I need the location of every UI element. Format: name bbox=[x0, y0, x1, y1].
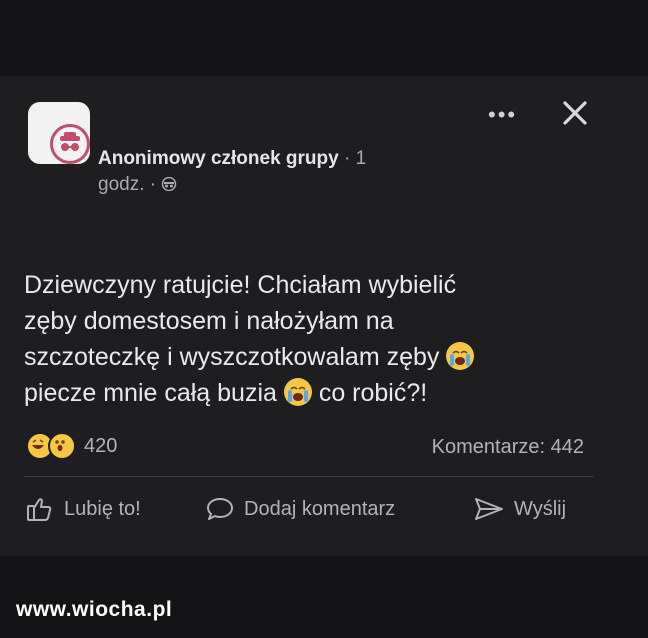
author-name[interactable]: Anonimowy członek grupy bbox=[98, 148, 339, 169]
post-body: Dziewczyny ratujcie! Chciałam wybielić z… bbox=[24, 267, 604, 411]
crying-face-emoji-icon bbox=[446, 342, 475, 370]
send-icon bbox=[475, 498, 503, 520]
anonymous-icon bbox=[162, 176, 177, 192]
post-meta: godz. · bbox=[98, 174, 177, 196]
post-text-segment: co robić?! bbox=[318, 379, 428, 407]
post-text-line: Dziewczyny ratujcie! Chciałam wybielić bbox=[24, 271, 457, 299]
wow-emoji-icon bbox=[48, 432, 76, 460]
post-text-line: piecze mnie całą buzia co robić?! bbox=[24, 375, 604, 411]
post-text-line: szczoteczkę i wyszczotkowalam zęby bbox=[24, 339, 604, 375]
close-icon[interactable] bbox=[560, 98, 590, 128]
divider bbox=[24, 476, 594, 477]
share-label: Wyślij bbox=[514, 497, 567, 520]
reactions-summary[interactable]: 420 bbox=[26, 432, 117, 460]
anonymous-avatar-icon bbox=[50, 124, 90, 164]
post-text-line: zęby domestosem i nałożyłam na bbox=[24, 307, 394, 335]
share-button[interactable]: Wyślij bbox=[474, 496, 566, 522]
post-header: Anonimowy członek grupy · 1 bbox=[98, 145, 458, 173]
like-label: Lubię to! bbox=[64, 497, 141, 520]
post-text-segment: piecze mnie całą buzia bbox=[24, 379, 277, 407]
comments-count-link[interactable]: Komentarze: 442 bbox=[432, 436, 584, 459]
comment-bubble-icon bbox=[207, 498, 233, 520]
comment-button[interactable]: Dodaj komentarz bbox=[206, 496, 395, 522]
crying-face-emoji-icon bbox=[283, 378, 312, 406]
comment-label: Dodaj komentarz bbox=[244, 497, 396, 520]
watermark: www.wiocha.pl bbox=[16, 598, 173, 621]
thumbs-up-icon bbox=[27, 498, 52, 521]
more-options-icon[interactable]: ••• bbox=[488, 104, 517, 126]
post-time-part1: · 1 bbox=[343, 148, 367, 169]
reactions-count: 420 bbox=[84, 434, 118, 457]
like-button[interactable]: Lubię to! bbox=[26, 496, 141, 522]
post-text-segment: szczoteczkę i wyszczotkowalam zęby bbox=[24, 343, 440, 371]
post-time-part2[interactable]: godz. · bbox=[98, 174, 156, 195]
